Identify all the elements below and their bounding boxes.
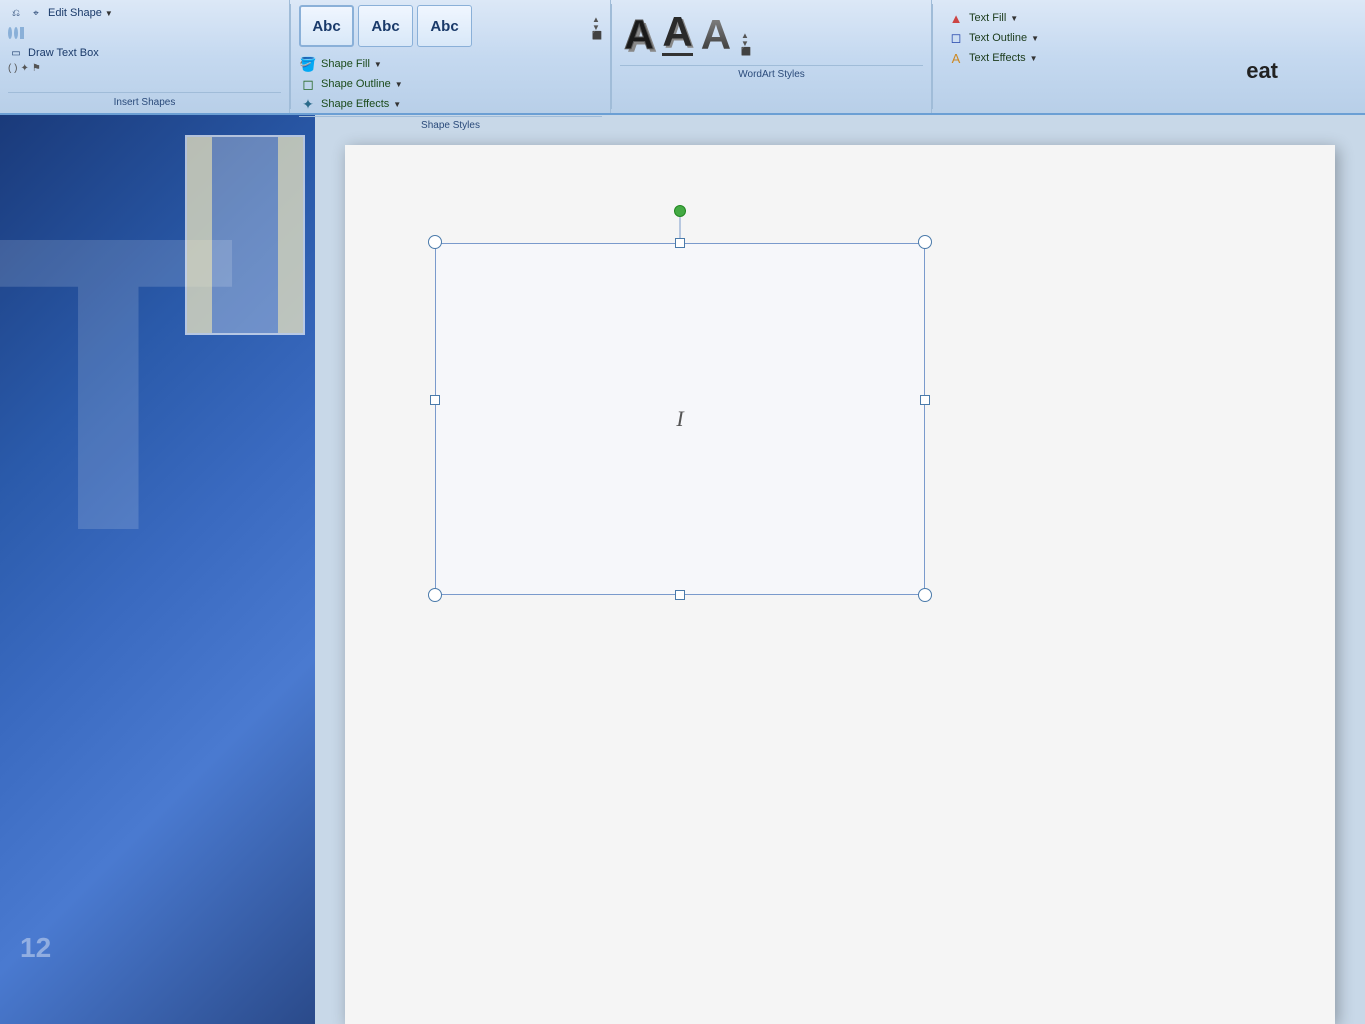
abc-label-1: Abc bbox=[312, 18, 340, 35]
left-sidebar: T 12 bbox=[0, 115, 315, 1024]
wordart-a1: A bbox=[624, 14, 654, 56]
star-icon: ✦ bbox=[20, 63, 28, 74]
flag-icon: ⚑ bbox=[32, 63, 41, 74]
shape-effects-row: ✦ Shape Effects ▼ bbox=[299, 95, 602, 113]
insert-shapes-section: ⎌ ⌖ Edit Shape ▼ ▭ Draw Text Box ( ) ✦ ⚑ bbox=[0, 0, 290, 113]
shape-outline-arrow: ▼ bbox=[395, 80, 403, 89]
abc-buttons-area: Abc Abc Abc ▲ ▼ ⬛ bbox=[299, 5, 602, 51]
draw-text-box-button[interactable]: Draw Text Box bbox=[28, 47, 99, 59]
handle-bottom-center[interactable] bbox=[675, 590, 685, 600]
edit-shape-arrow: ▼ bbox=[105, 9, 113, 18]
abc-button-1[interactable]: Abc bbox=[299, 5, 354, 47]
wordart-styles-label: WordArt Styles bbox=[620, 65, 923, 80]
handle-middle-left[interactable] bbox=[430, 395, 440, 405]
text-effects-row: A Text Effects ▼ bbox=[947, 49, 1351, 67]
draw-text-icon: ▭ bbox=[8, 45, 24, 61]
main-canvas[interactable]: I bbox=[315, 115, 1365, 1024]
text-outline-arrow: ▼ bbox=[1031, 34, 1039, 43]
draw-text-row bbox=[8, 25, 281, 41]
wordart-scroll-more[interactable]: ⬛ bbox=[741, 48, 751, 56]
shape-effects-label: Shape Effects bbox=[321, 98, 389, 110]
insert-shapes-label: Insert Shapes bbox=[8, 92, 281, 108]
wordart-a3: A bbox=[701, 14, 731, 56]
selected-shape-container[interactable]: I bbox=[435, 205, 925, 595]
draw-text-box-row: ▭ Draw Text Box bbox=[8, 45, 281, 61]
text-fill-icon: ▲ bbox=[947, 9, 965, 27]
text-fill-row: ▲ Text Fill ▼ bbox=[947, 9, 1351, 27]
edit-shape-label: Edit Shape bbox=[48, 7, 102, 19]
shape-effects-icon: ✦ bbox=[299, 95, 317, 113]
text-fill-arrow: ▼ bbox=[1010, 14, 1018, 23]
wordart-a2: A bbox=[662, 11, 692, 56]
shape-fill-label: Shape Fill bbox=[321, 58, 370, 70]
text-styles-section: ▲ Text Fill ▼ ◻ Text Outline ▼ A Text Ef… bbox=[933, 0, 1365, 113]
handle-bottom-left[interactable] bbox=[428, 588, 442, 602]
abc-buttons-row: Abc Abc Abc bbox=[299, 5, 590, 47]
text-effects-label: Text Effects bbox=[969, 52, 1026, 64]
text-effects-icon: A bbox=[947, 49, 965, 67]
handle-top-right[interactable] bbox=[918, 235, 932, 249]
edit-shape-icon: ⎌ bbox=[8, 5, 24, 21]
abc-scroll-buttons: ▲ ▼ ⬛ bbox=[592, 16, 602, 40]
scroll-more-button[interactable]: ⬛ bbox=[592, 32, 602, 40]
text-options-col: ▲ Text Fill ▼ ◻ Text Outline ▼ A Text Ef… bbox=[941, 5, 1357, 71]
rotate-handle[interactable] bbox=[674, 205, 686, 217]
abc-button-3[interactable]: Abc bbox=[417, 5, 472, 47]
edit-shape-icon2: ⌖ bbox=[28, 5, 44, 21]
sidebar-window bbox=[185, 135, 305, 335]
sidebar-bottom-text: 12 bbox=[20, 932, 51, 964]
handle-middle-right[interactable] bbox=[920, 395, 930, 405]
wordart-scroll-buttons: ▲ ▼ ⬛ bbox=[741, 32, 751, 56]
shape-fill-arrow: ▼ bbox=[374, 60, 382, 69]
abc-label-3: Abc bbox=[430, 18, 458, 35]
document-page: I bbox=[345, 145, 1335, 1024]
text-fill-label: Text Fill bbox=[969, 12, 1006, 24]
edit-shape-row: ⎌ ⌖ Edit Shape ▼ bbox=[8, 5, 281, 21]
abc-label-2: Abc bbox=[371, 18, 399, 35]
text-outline-label: Text Outline bbox=[969, 32, 1027, 44]
sidebar-curtain-right bbox=[278, 137, 303, 333]
shape-fill-icon: 🪣 bbox=[299, 55, 317, 73]
shape-options: 🪣 Shape Fill ▼ ◻ Shape Outline ▼ ✦ Shape… bbox=[299, 55, 602, 113]
shape-outline-label: Shape Outline bbox=[321, 78, 391, 90]
shape-styles-label: Shape Styles bbox=[299, 116, 602, 131]
bracket-icon: ( ) bbox=[8, 63, 17, 74]
handle-top-left[interactable] bbox=[428, 235, 442, 249]
shape-styles-section: Abc Abc Abc ▲ ▼ ⬛ 🪣 Shape Fill ▼ bbox=[291, 0, 611, 113]
abc-button-2[interactable]: Abc bbox=[358, 5, 413, 47]
sidebar-curtain-left bbox=[187, 137, 212, 333]
ribbon-toolbar: ⎌ ⌖ Edit Shape ▼ ▭ Draw Text Box ( ) ✦ ⚑ bbox=[0, 0, 1365, 115]
text-outline-row: ◻ Text Outline ▼ bbox=[947, 29, 1351, 47]
wordart-letters-container: A A A ▲ ▼ ⬛ bbox=[620, 5, 923, 62]
extra-icons-row: ( ) ✦ ⚑ bbox=[8, 63, 281, 74]
eat-label: eat bbox=[1246, 58, 1278, 84]
shape-outline-row: ◻ Shape Outline ▼ bbox=[299, 75, 602, 93]
shape-fill-row: 🪣 Shape Fill ▼ bbox=[299, 55, 602, 73]
wordart-styles-section: A A A ▲ ▼ ⬛ WordArt Styles bbox=[612, 0, 932, 113]
text-effects-arrow: ▼ bbox=[1030, 54, 1038, 63]
shape-effects-arrow: ▼ bbox=[393, 100, 401, 109]
text-cursor: I bbox=[676, 406, 683, 432]
handle-top-center[interactable] bbox=[675, 238, 685, 248]
shape-icons-row bbox=[8, 25, 24, 41]
shape-outline-icon: ◻ bbox=[299, 75, 317, 93]
draw-text-box-label: Draw Text Box bbox=[28, 47, 99, 59]
shape-body[interactable]: I bbox=[435, 243, 925, 595]
edit-shape-button[interactable]: Edit Shape ▼ bbox=[48, 7, 113, 19]
text-outline-icon: ◻ bbox=[947, 29, 965, 47]
handle-bottom-right[interactable] bbox=[918, 588, 932, 602]
